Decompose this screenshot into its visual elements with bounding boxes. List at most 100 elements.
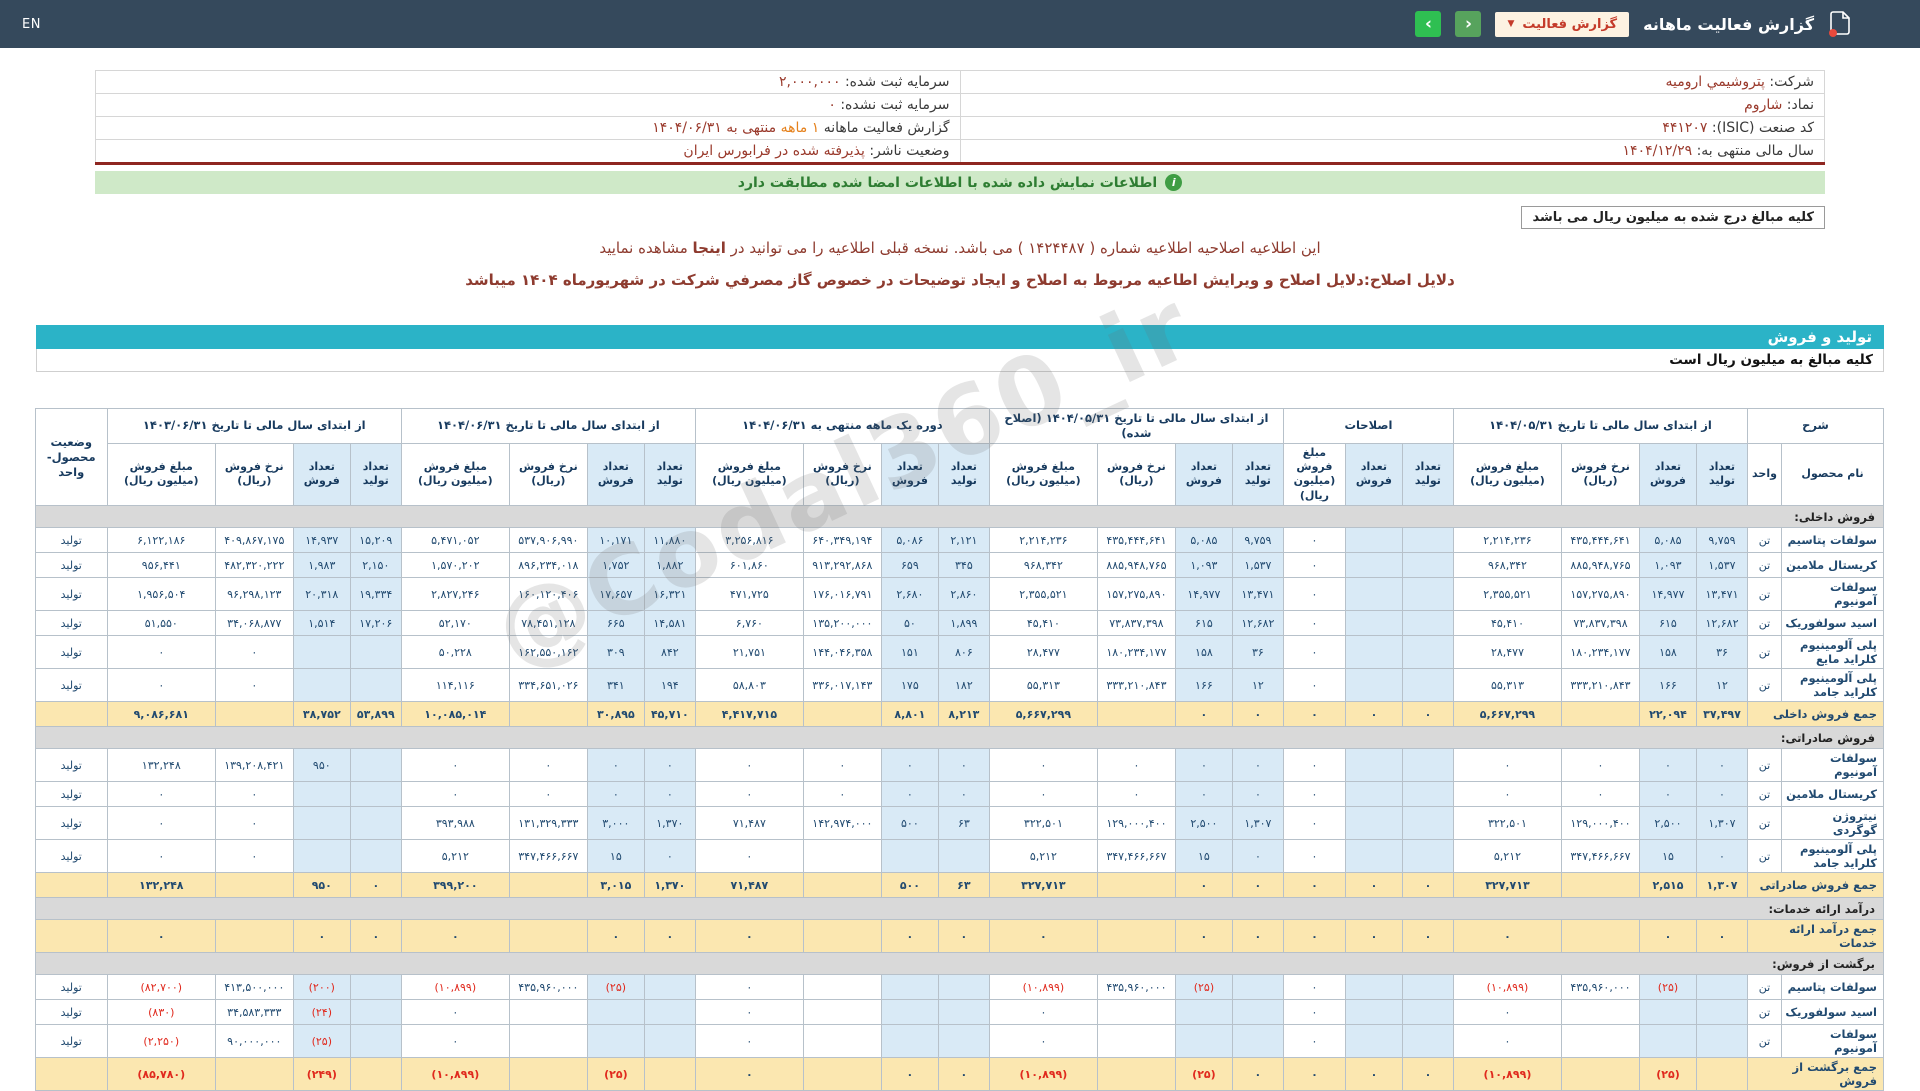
sub-col-header: تعداد فروش xyxy=(587,443,644,505)
value-cell: ۳۰,۸۹۵ xyxy=(587,702,644,727)
company-info-table: شرکت: پتروشيمي اروميه سرمایه ثبت شده: ۲,… xyxy=(95,70,1825,165)
info-cell-issuer-status: وضعیت ناشر: پذيرفته شده در فرابورس ايران xyxy=(96,140,961,164)
value-cell xyxy=(293,840,350,873)
value-cell: ۰ xyxy=(107,636,215,669)
next-report-button[interactable]: › xyxy=(1415,11,1441,37)
value-cell: (۲۰۰) xyxy=(293,975,350,1000)
value-cell: ۱۳۱,۳۲۹,۳۳۳ xyxy=(509,807,587,840)
report-period-value: منتهی به ۱۴۰۴/۰۶/۳۱ xyxy=(652,120,776,136)
value-cell: ۰ xyxy=(107,840,215,873)
value-cell: ۳۴۱ xyxy=(587,669,644,702)
unit-cell: تن xyxy=(1747,975,1781,1000)
value-cell: ۰ xyxy=(509,749,587,782)
sub-col-header: تعداد تولید xyxy=(1402,443,1453,505)
product-status-cell: تولید xyxy=(35,807,107,840)
value-cell: ۰ xyxy=(938,920,989,953)
value-cell: ۹۶,۲۹۸,۱۲۳ xyxy=(215,578,293,611)
col-group-2: از ابتدای سال مالی تا تاریخ ۱۴۰۴/۰۵/۳۱ (… xyxy=(989,409,1283,444)
symbol-value: شاروم xyxy=(1744,97,1782,113)
report-type-dropdown[interactable]: گزارش فعالیت ▼ xyxy=(1495,12,1629,37)
value-cell xyxy=(1345,553,1402,578)
table-row: اسید سولفوریکتن۱۲,۶۸۲۶۱۵۷۳,۸۳۷,۳۹۸۴۵,۴۱۰… xyxy=(35,611,1883,636)
product-name: سولفات پتاسیم xyxy=(1782,975,1884,1000)
value-cell xyxy=(1402,1000,1453,1025)
product-status-cell xyxy=(35,920,107,953)
value-cell: ۵۰ xyxy=(881,611,938,636)
value-cell xyxy=(1232,1000,1283,1025)
registered-capital-value: ۲,۰۰۰,۰۰۰ xyxy=(779,74,841,90)
report-document-icon[interactable] xyxy=(1828,11,1850,37)
value-cell: (۱۰,۸۹۹) xyxy=(989,1058,1097,1091)
value-cell: (۲۵) xyxy=(293,1025,350,1058)
value-cell: ۲,۶۸۰ xyxy=(881,578,938,611)
sub-col-header: تعداد تولید xyxy=(938,443,989,505)
info-cell-report-period: گزارش فعالیت ماهانه ۱ ماهه منتهی به ۱۴۰۴… xyxy=(96,117,961,140)
product-status-cell: تولید xyxy=(35,1025,107,1058)
value-cell: (۲۵) xyxy=(587,975,644,1000)
product-status-cell: تولید xyxy=(35,528,107,553)
value-cell: ۰ xyxy=(1639,920,1696,953)
value-cell xyxy=(1097,920,1175,953)
section-row: فروش داخلی: xyxy=(35,506,1883,528)
info-cell-fiscal-year: سال مالی منتهی به: ۱۴۰۴/۱۲/۲۹ xyxy=(960,140,1825,164)
value-cell xyxy=(1345,807,1402,840)
value-cell: ۰ xyxy=(401,1000,509,1025)
value-cell: ۵۱,۵۵۰ xyxy=(107,611,215,636)
sub-col-header: تعداد فروش xyxy=(1345,443,1402,505)
registered-capital-label: سرمایه ثبت شده: xyxy=(845,74,950,90)
total-row: جمع فروش صادراتی۱,۳۰۷۲,۵۱۵۳۲۷,۷۱۳۰۰۰۰۰۳۲… xyxy=(35,873,1883,898)
value-cell: ۰ xyxy=(1345,873,1402,898)
value-cell: ۵,۴۷۱,۰۵۲ xyxy=(401,528,509,553)
value-cell: ۷۳,۸۳۷,۳۹۸ xyxy=(1561,611,1639,636)
value-cell: ۸۸۵,۹۴۸,۷۶۵ xyxy=(1097,553,1175,578)
value-cell: ۱۵,۲۰۹ xyxy=(350,528,401,553)
value-cell: ۱۳۵,۲۰۰,۰۰۰ xyxy=(803,611,881,636)
value-cell: ۳۴۷,۴۶۶,۶۶۷ xyxy=(509,840,587,873)
value-cell: ۰ xyxy=(1561,782,1639,807)
sub-col-header: مبلغ فروش (میلیون ریال) xyxy=(1283,443,1345,505)
value-cell: ۵,۶۶۷,۲۹۹ xyxy=(989,702,1097,727)
value-cell: ۰ xyxy=(1232,1058,1283,1091)
value-cell: ۰ xyxy=(1453,1000,1561,1025)
sub-col-header: مبلغ فروش (میلیون ریال) xyxy=(107,443,215,505)
value-cell xyxy=(350,669,401,702)
table-row: کریستال ملامینتن۰۰۰۰۰۰۰۰۰۰۰۰۰۰۰۰۰۰۰تولید xyxy=(35,782,1883,807)
header-subcol-row: نام محصولواحدتعداد تولیدتعداد فروشنرخ فر… xyxy=(35,443,1883,505)
row-label: جمع فروش داخلی xyxy=(1747,702,1883,727)
value-cell: ۴۳۵,۴۴۴,۶۴۱ xyxy=(1097,528,1175,553)
value-cell: ۵,۰۸۵ xyxy=(1639,528,1696,553)
value-cell: ۰ xyxy=(1283,578,1345,611)
value-cell: ۰ xyxy=(215,840,293,873)
value-cell xyxy=(1402,669,1453,702)
value-cell: ۴۵,۷۱۰ xyxy=(644,702,695,727)
value-cell: ۰ xyxy=(1696,920,1747,953)
value-cell: ۰ xyxy=(1283,528,1345,553)
value-cell: ۷۸,۴۵۱,۱۲۸ xyxy=(509,611,587,636)
value-cell: ۰ xyxy=(695,920,803,953)
language-switch-en[interactable]: EN xyxy=(22,17,41,32)
previous-report-button[interactable]: ‹ xyxy=(1455,11,1481,37)
signed-info-text: اطلاعات نمایش داده شده با اطلاعات امضا ش… xyxy=(738,175,1157,191)
info-cell-company: شرکت: پتروشيمي اروميه xyxy=(960,71,1825,94)
sub-col-header: مبلغ فروش (میلیون ریال) xyxy=(401,443,509,505)
value-cell: ۰ xyxy=(644,749,695,782)
value-cell xyxy=(644,1025,695,1058)
value-cell: ۲,۲۱۴,۲۳۶ xyxy=(1453,528,1561,553)
value-cell: ۰ xyxy=(1175,782,1232,807)
sub-col-header: نرخ فروش (ریال) xyxy=(509,443,587,505)
value-cell: ۳۳۳,۲۱۰,۸۴۳ xyxy=(1097,669,1175,702)
info-row: سال مالی منتهی به: ۱۴۰۴/۱۲/۲۹ وضعیت ناشر… xyxy=(96,140,1825,164)
previous-version-link[interactable]: اینجا xyxy=(693,239,726,257)
product-name: کریستال ملامین xyxy=(1782,553,1884,578)
value-cell: ۲۸,۴۷۷ xyxy=(989,636,1097,669)
value-cell: ۱۴۴,۰۴۶,۳۵۸ xyxy=(803,636,881,669)
value-cell: ۴,۴۱۷,۷۱۵ xyxy=(695,702,803,727)
value-cell: ۶,۱۲۲,۱۸۶ xyxy=(107,528,215,553)
product-name: اسید سولفوریک xyxy=(1782,1000,1884,1025)
value-cell: ۵۸,۸۰۳ xyxy=(695,669,803,702)
value-cell: ۱۶۶ xyxy=(1639,669,1696,702)
value-cell: ۲,۲۱۴,۲۳۶ xyxy=(989,528,1097,553)
info-cell-isic: کد صنعت (ISIC): ۴۴۱۲۰۷ xyxy=(960,117,1825,140)
signed-info-banner: i اطلاعات نمایش داده شده با اطلاعات امضا… xyxy=(95,171,1825,194)
total-row: جمع فروش داخلی۳۷,۴۹۷۲۲,۰۹۴۵,۶۶۷,۲۹۹۰۰۰۰۰… xyxy=(35,702,1883,727)
